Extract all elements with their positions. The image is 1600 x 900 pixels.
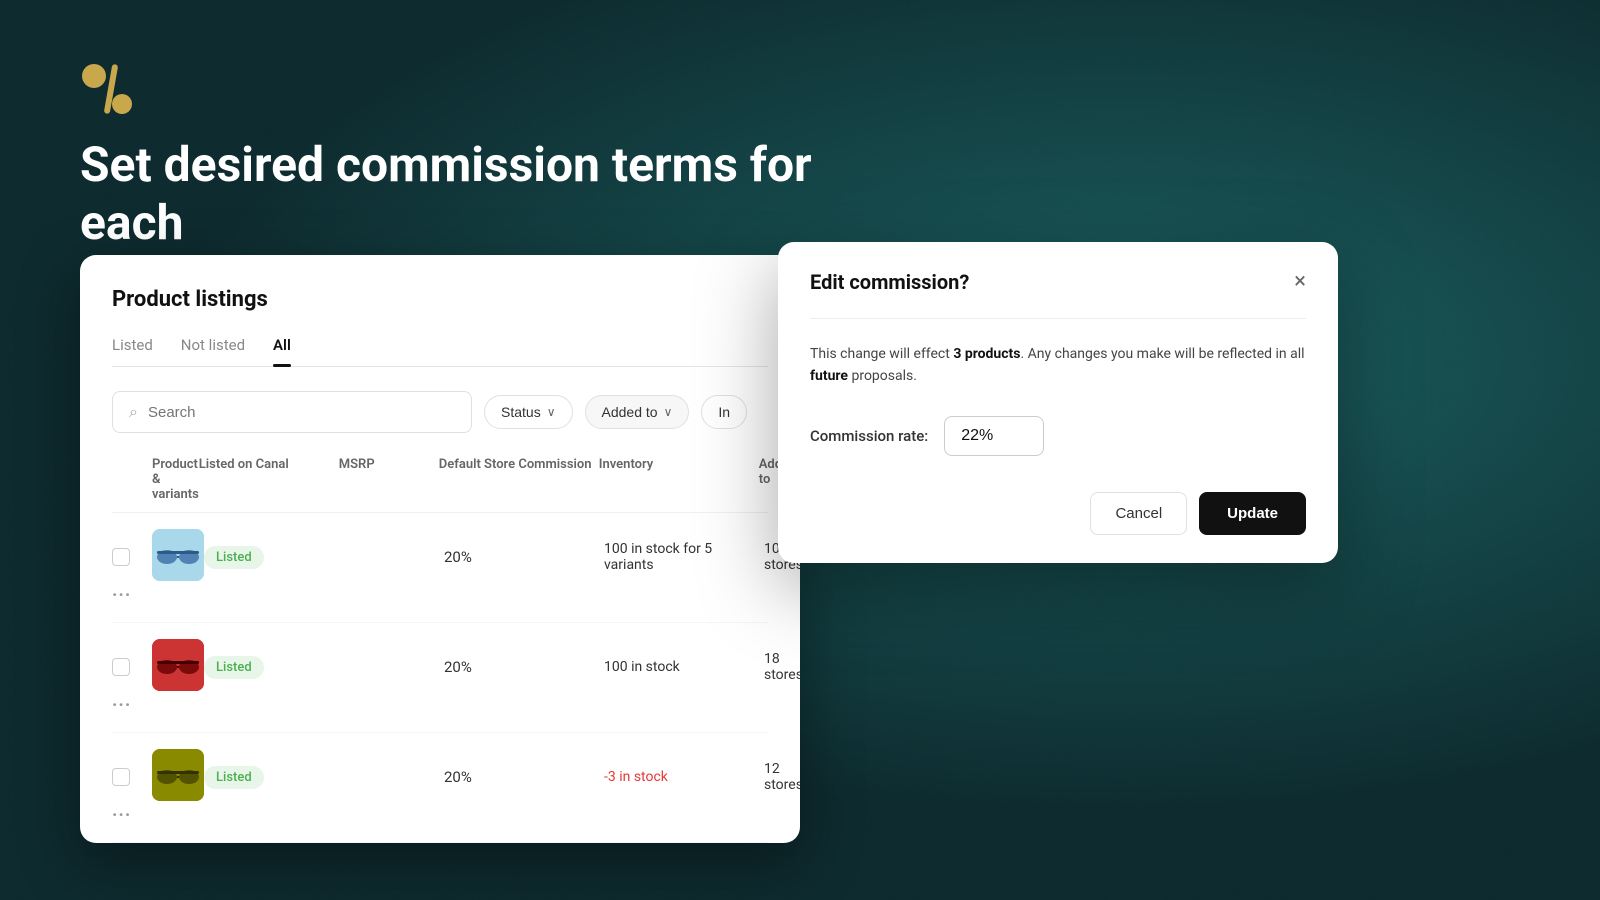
row-checkbox[interactable]: [112, 658, 130, 676]
tab-not-listed[interactable]: Not listed: [181, 336, 245, 366]
table-row: Listed 20% 100 in stock 18 stores ∨ ···: [112, 623, 768, 733]
product-image: [152, 639, 204, 691]
table-row: Listed 20% 100 in stock for 5 variants 1…: [112, 513, 768, 623]
product-image: [152, 529, 204, 581]
more-options-button[interactable]: ···: [112, 695, 152, 716]
col-msrp: MSRP: [339, 457, 439, 502]
chevron-down-icon: ∨: [547, 405, 556, 419]
chevron-down-icon: ∨: [664, 405, 673, 419]
commission-value: 20%: [444, 658, 604, 676]
more-options-button[interactable]: ···: [112, 805, 152, 826]
tabs-row: Listed Not listed All: [112, 336, 768, 367]
modal-header: Edit commission? ×: [810, 270, 1306, 294]
commission-rate-row: Commission rate:: [810, 416, 1306, 456]
filters-row: ⌕ Status ∨ Added to ∨ In: [112, 391, 768, 433]
modal-description: This change will effect 3 products. Any …: [810, 343, 1306, 388]
close-icon[interactable]: ×: [1294, 271, 1306, 293]
in-filter-button[interactable]: In: [701, 395, 747, 429]
edit-commission-modal: Edit commission? × This change will effe…: [778, 242, 1338, 563]
product-image: [152, 749, 204, 801]
commission-value: 20%: [444, 768, 604, 786]
row-checkbox[interactable]: [112, 768, 130, 786]
search-input[interactable]: [148, 404, 455, 421]
search-box[interactable]: ⌕: [112, 391, 472, 433]
col-commission: Default Store Commission: [439, 457, 599, 502]
commission-rate-input[interactable]: [944, 416, 1044, 456]
col-product: Product & variants: [152, 457, 199, 502]
status-filter-button[interactable]: Status ∨: [484, 395, 573, 429]
col-listed: Listed on Canal: [199, 457, 339, 502]
added-to-filter-button[interactable]: Added to ∨: [585, 395, 690, 429]
table-header: Product & variants Listed on Canal MSRP …: [112, 457, 768, 513]
tab-listed[interactable]: Listed: [112, 336, 153, 366]
inventory-value: 100 in stock for 5 variants: [604, 541, 764, 573]
product-listings-panel: Product listings Listed Not listed All ⌕…: [80, 255, 800, 843]
status-badge: Listed: [204, 656, 264, 679]
status-badge: Listed: [204, 766, 264, 789]
stores-value: 18 stores ∨: [764, 651, 800, 683]
modal-divider: [810, 318, 1306, 319]
panel-title: Product listings: [112, 287, 768, 312]
cancel-button[interactable]: Cancel: [1090, 492, 1187, 535]
status-badge: Listed: [204, 546, 264, 569]
inventory-value: 100 in stock: [604, 659, 764, 675]
logo-mark: [80, 60, 840, 118]
search-icon: ⌕: [129, 402, 138, 422]
stores-value: 12 stores ∨: [764, 761, 800, 793]
modal-title: Edit commission?: [810, 270, 969, 294]
more-options-button[interactable]: ···: [112, 585, 152, 606]
commission-value: 20%: [444, 548, 604, 566]
row-checkbox[interactable]: [112, 548, 130, 566]
inventory-value: -3 in stock: [604, 769, 764, 785]
tab-all[interactable]: All: [273, 336, 291, 366]
modal-actions: Cancel Update: [810, 492, 1306, 535]
update-button[interactable]: Update: [1199, 492, 1306, 535]
commission-label: Commission rate:: [810, 427, 928, 445]
col-inventory: Inventory: [599, 457, 759, 502]
table-row: Listed 20% -3 in stock 12 stores ∨ ···: [112, 733, 768, 843]
